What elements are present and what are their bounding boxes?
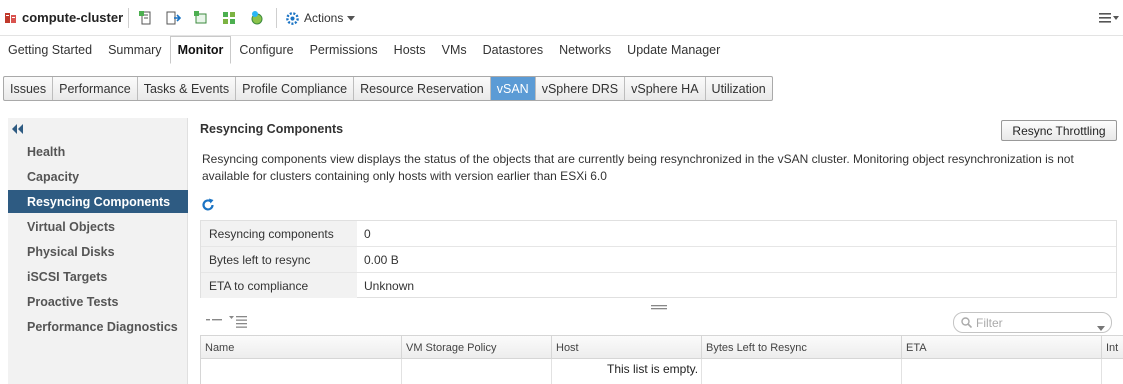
- subtab-tasks-and-events[interactable]: Tasks & Events: [138, 77, 237, 100]
- column-header-intent[interactable]: Int: [1102, 336, 1123, 359]
- resync-throttling-button[interactable]: Resync Throttling: [1001, 120, 1117, 141]
- subtab-vsan[interactable]: vSAN: [490, 77, 536, 100]
- nav-item-capacity[interactable]: Capacity: [8, 165, 188, 188]
- search-icon: [961, 317, 973, 329]
- column-header-host[interactable]: Host: [552, 336, 702, 359]
- summary-label: ETA to compliance: [201, 273, 357, 298]
- subtab-resource-reservation[interactable]: Resource Reservation: [354, 77, 491, 100]
- column-chooser-icon[interactable]: [229, 314, 247, 328]
- menu-icon[interactable]: [1098, 9, 1120, 27]
- subtab-profile-compliance[interactable]: Profile Compliance: [236, 77, 355, 100]
- nav-item-virtual-objects[interactable]: Virtual Objects: [8, 215, 188, 238]
- tab-networks[interactable]: Networks: [551, 36, 619, 64]
- filter-box: [953, 312, 1112, 333]
- object-title: compute-cluster: [22, 10, 124, 25]
- nav-item-physical-disks[interactable]: Physical Disks: [8, 240, 188, 263]
- collapse-all-icon[interactable]: [206, 314, 222, 324]
- table-column: [201, 359, 402, 384]
- empty-list-message: This list is empty.: [607, 362, 699, 376]
- page-title: Resyncing Components: [200, 122, 344, 136]
- filter-input[interactable]: [976, 315, 1086, 330]
- toolbar-divider: [128, 8, 129, 28]
- summary-value: Unknown: [364, 278, 415, 293]
- summary-value: 0: [364, 226, 371, 241]
- sub-tabs: Issues Performance Tasks & Events Profile C…: [3, 76, 773, 101]
- nav-item-iscsi-targets[interactable]: iSCSI Targets: [8, 265, 188, 288]
- chevron-down-icon[interactable]: [1097, 320, 1105, 331]
- nav-item-proactive-tests[interactable]: Proactive Tests: [8, 290, 188, 313]
- tab-vms[interactable]: VMs: [434, 36, 475, 64]
- table-column: [402, 359, 552, 384]
- subtab-performance[interactable]: Performance: [53, 77, 138, 100]
- subtab-issues[interactable]: Issues: [4, 77, 54, 100]
- summary-row: Bytes left to resync 0.00 B: [201, 247, 1116, 273]
- table-header: Name VM Storage Policy Host Bytes Left t…: [201, 336, 1123, 359]
- title-bar: compute-cluster Actions: [0, 0, 1123, 36]
- tab-getting-started[interactable]: Getting Started: [0, 36, 100, 64]
- collapse-icon[interactable]: [12, 123, 24, 134]
- new-vapp-icon[interactable]: [220, 9, 238, 27]
- tab-configure[interactable]: Configure: [231, 36, 301, 64]
- nav-item-performance-diagnostics[interactable]: Performance Diagnostics: [8, 315, 188, 338]
- nav-item-resyncing-components[interactable]: Resyncing Components: [8, 190, 188, 213]
- cluster-icon: [4, 11, 18, 25]
- actions-menu-button[interactable]: Actions: [285, 9, 356, 27]
- refresh-icon[interactable]: [201, 198, 215, 212]
- left-nav: Health Capacity Resyncing Components Virtua…: [8, 118, 188, 384]
- add-host-icon[interactable]: [137, 9, 155, 27]
- summary-row: ETA to compliance Unknown: [201, 273, 1116, 299]
- column-header-eta[interactable]: ETA: [902, 336, 1102, 359]
- new-resource-pool-icon[interactable]: [248, 9, 266, 27]
- column-header-storage-policy[interactable]: VM Storage Policy: [402, 336, 552, 359]
- tab-monitor[interactable]: Monitor: [169, 36, 232, 64]
- toolbar-divider: [276, 8, 277, 28]
- nav-item-health[interactable]: Health: [8, 140, 188, 163]
- tab-permissions[interactable]: Permissions: [302, 36, 386, 64]
- summary-row: Resyncing components 0: [201, 221, 1116, 247]
- tab-datastores[interactable]: Datastores: [475, 36, 551, 64]
- subtab-utilization[interactable]: Utilization: [706, 77, 772, 100]
- actions-label: Actions: [304, 11, 344, 25]
- description-text: Resyncing components view displays the s…: [202, 152, 1074, 183]
- main-tabs: Getting Started Summary Monitor Configure Pe…: [0, 36, 1123, 64]
- summary-value: 0.00 B: [364, 252, 399, 267]
- new-vm-icon[interactable]: [192, 9, 210, 27]
- tab-update-manager[interactable]: Update Manager: [619, 36, 728, 64]
- gear-icon: [286, 11, 299, 25]
- subtab-vsphere-drs[interactable]: vSphere DRS: [536, 77, 626, 100]
- move-hosts-icon[interactable]: [164, 9, 182, 27]
- column-header-bytes-left[interactable]: Bytes Left to Resync: [702, 336, 902, 359]
- resize-handle[interactable]: [651, 300, 667, 310]
- resync-objects-table: Name VM Storage Policy Host Bytes Left t…: [200, 335, 1123, 384]
- summary-label: Resyncing components: [201, 221, 357, 246]
- summary-table: Resyncing components 0 Bytes left to res…: [200, 220, 1117, 298]
- column-header-name[interactable]: Name: [201, 336, 402, 359]
- table-column: [702, 359, 902, 384]
- summary-label: Bytes left to resync: [201, 247, 357, 272]
- chevron-down-icon: [347, 15, 356, 21]
- table-column: [902, 359, 1102, 384]
- subtab-vsphere-ha[interactable]: vSphere HA: [625, 77, 706, 100]
- tab-hosts[interactable]: Hosts: [386, 36, 434, 64]
- tab-summary[interactable]: Summary: [100, 36, 169, 64]
